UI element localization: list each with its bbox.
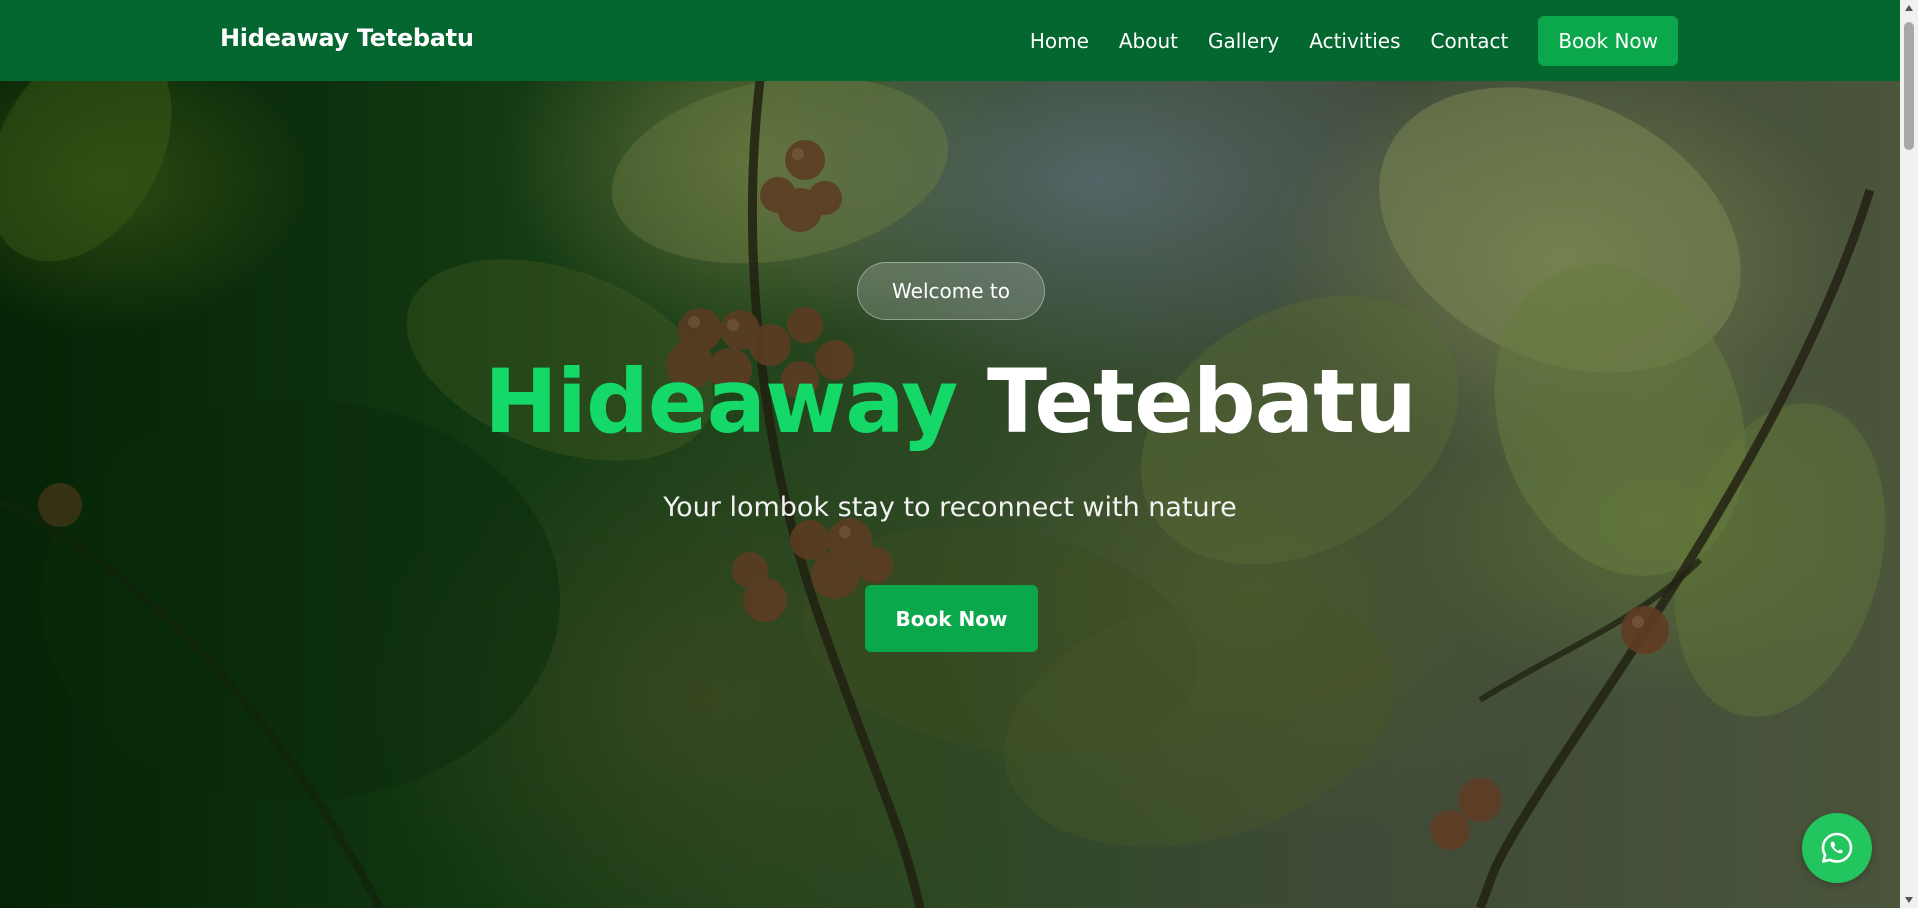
whatsapp-button[interactable]	[1802, 813, 1872, 883]
brand-logo[interactable]: Hideaway Tetebatu	[220, 24, 474, 52]
hero-title-highlight: Hideaway	[484, 350, 958, 453]
hero-overlay	[0, 0, 1900, 908]
nav-link-activities[interactable]: Activities	[1309, 29, 1400, 53]
nav-links: Home About Gallery Activities Contact Bo…	[1000, 16, 1678, 66]
whatsapp-icon	[1821, 832, 1853, 863]
nav-link-contact[interactable]: Contact	[1431, 29, 1509, 53]
hero-title-rest: Tetebatu	[986, 350, 1417, 453]
scroll-up-arrow-icon[interactable]	[1900, 0, 1918, 16]
scrollbar-thumb[interactable]	[1904, 22, 1914, 150]
vertical-scrollbar[interactable]	[1900, 0, 1918, 908]
navbar: Hideaway Tetebatu Home About Gallery Act…	[0, 0, 1900, 81]
nav-link-gallery[interactable]: Gallery	[1208, 29, 1279, 53]
scroll-down-arrow-icon[interactable]	[1900, 892, 1918, 908]
nav-book-now-button[interactable]: Book Now	[1538, 16, 1678, 66]
hero-book-now-button[interactable]: Book Now	[865, 585, 1038, 652]
nav-link-about[interactable]: About	[1119, 29, 1178, 53]
welcome-badge: Welcome to	[857, 262, 1045, 320]
hero-subtitle: Your lombok stay to reconnect with natur…	[663, 492, 1237, 523]
hero-title: Hideaway Tetebatu	[0, 350, 1900, 453]
nav-link-home[interactable]: Home	[1030, 29, 1089, 53]
hero-background-image	[0, 0, 1900, 908]
page: Hideaway Tetebatu Home About Gallery Act…	[0, 0, 1918, 908]
